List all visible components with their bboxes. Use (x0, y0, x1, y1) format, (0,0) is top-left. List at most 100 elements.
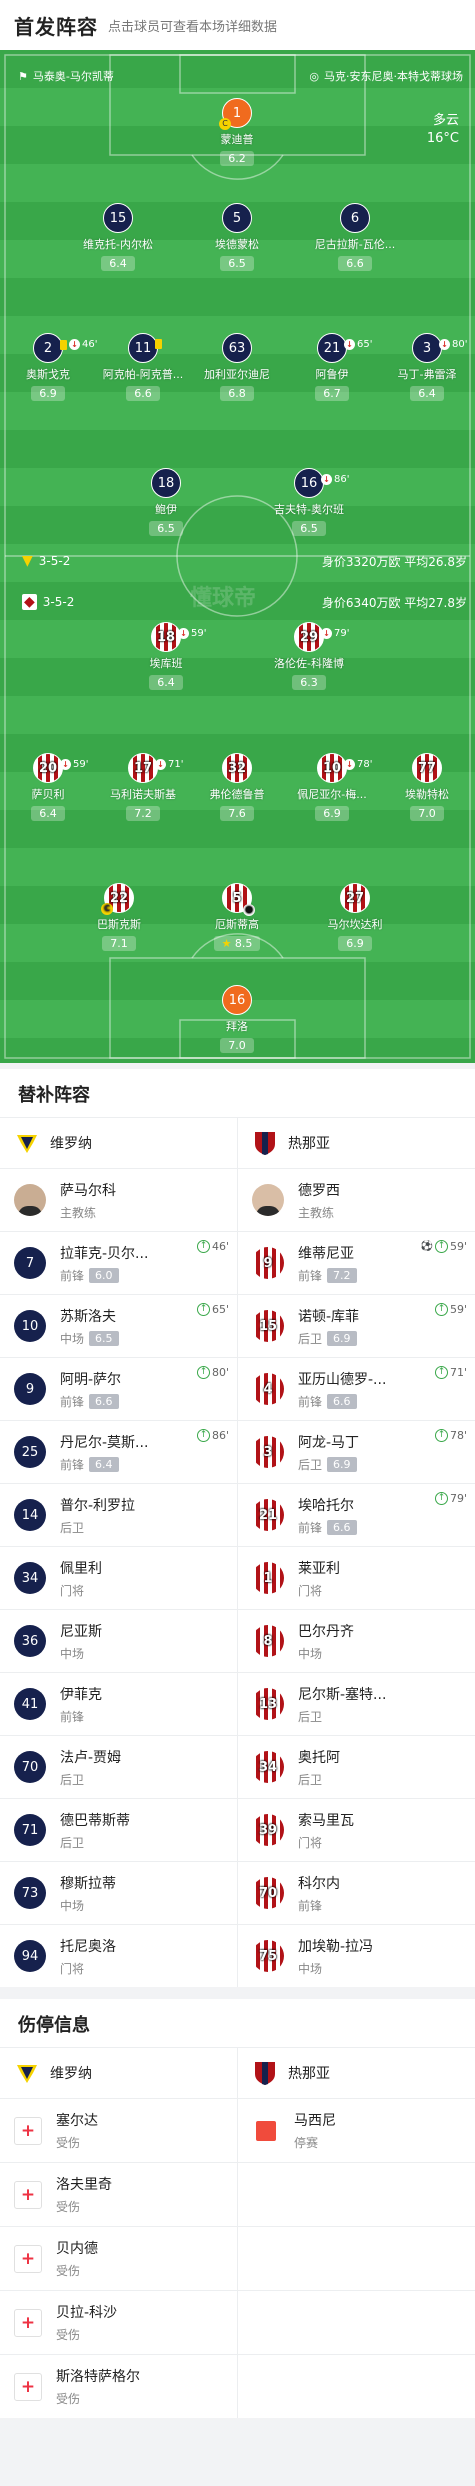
home-player[interactable]: 1 C 蒙迪普 6.2 (187, 98, 287, 166)
away-player[interactable]: 20 ↓ 59' 萨贝利 6.4 (0, 753, 98, 821)
away-player[interactable]: 29 ↓ 79' 洛伦佐-科隆博 6.3 (259, 622, 359, 690)
away-sub-player[interactable]: 1 莱亚利 门将 (237, 1547, 475, 1609)
home-injury[interactable]: + 洛夫里奇 受伤 (0, 2163, 237, 2226)
sub-in-icon: ↑ (196, 1303, 210, 1316)
sub-info: 尼尔斯-塞特... 后卫 (298, 1684, 386, 1725)
subs-row: 25 丹尼尔-莫斯... 前锋 6.4 ↑ 86' 3 阿龙-马丁 后卫 6.9 ↑ 78' (0, 1420, 475, 1483)
player-name: 马尔坎达利 (327, 918, 383, 931)
away-sub-player[interactable]: 39 索马里瓦 门将 (237, 1799, 475, 1861)
away-player[interactable]: 16 拜洛 7.0 (187, 985, 287, 1053)
home-player[interactable]: 5 埃德蒙松 6.5 (187, 203, 287, 271)
away-sub-player[interactable]: 75 加埃勒-拉冯 中场 (237, 1925, 475, 1987)
away-sub-player[interactable]: 34 奥托阿 后卫 (237, 1736, 475, 1798)
home-player[interactable]: 21 ↓ 65' 阿鲁伊 6.7 (282, 333, 382, 401)
away-player[interactable]: 27 马尔坎达利 6.9 (305, 883, 405, 951)
shirt-number: 2 (33, 333, 63, 363)
player-name: 拉菲克-贝尔... (60, 1245, 149, 1262)
home-sub-player[interactable]: 94 托尼奥洛 门将 (0, 1925, 237, 1987)
substitution-icon: ↓ (321, 628, 332, 639)
home-injury[interactable]: + 斯洛特萨格尔 受伤 (0, 2355, 237, 2418)
player-rating: 6.4 (410, 386, 444, 401)
shirt-number: 18 (151, 468, 181, 498)
sub-info: 巴尔丹齐 中场 (298, 1621, 354, 1662)
player-position: 中场 (298, 1646, 323, 1661)
home-sub-player[interactable]: 73 穆斯拉蒂 中场 (0, 1862, 237, 1924)
player-name: 弗伦德鲁普 (209, 788, 265, 801)
home-player[interactable]: 16 ↓ 86' 吉夫特-奥尔班 6.5 (259, 468, 359, 536)
home-player[interactable]: 6 尼古拉斯-瓦伦... 6.6 (305, 203, 405, 271)
away-player[interactable]: 18 ↓ 59' 埃库班 6.4 (116, 622, 216, 690)
away-player[interactable]: 22 C 巴斯克斯 7.1 (69, 883, 169, 951)
player-meta: 门将 (60, 1582, 102, 1599)
away-sub-player[interactable]: 3 阿龙-马丁 后卫 6.9 ↑ 78' (237, 1421, 475, 1483)
away-sub-player[interactable]: 13 尼尔斯-塞特... 后卫 (237, 1673, 475, 1735)
home-sub-player[interactable]: 70 法卢-贾姆 后卫 (0, 1736, 237, 1798)
player-name: 马丁-弗雷泽 (397, 368, 457, 381)
home-injury[interactable]: + 塞尔达 受伤 (0, 2099, 237, 2162)
player-meta: 中场 (298, 1645, 354, 1662)
home-sub-player[interactable]: 9 阿明-萨尔 前锋 6.6 ↑ 80' (0, 1358, 237, 1420)
home-injury[interactable]: + 贝拉-科沙 受伤 (0, 2291, 237, 2354)
home-player[interactable]: 2 ↓ 46' 奥斯戈克 6.9 (0, 333, 98, 401)
rating-wrap: 7.0 (377, 802, 475, 821)
medical-kit-icon: + (14, 2244, 42, 2273)
injury-row: + 贝内德 受伤 (0, 2226, 475, 2290)
away-sub-player[interactable]: 9 维蒂尼亚 前锋 7.2 ⚽ ↑ 59' (237, 1232, 475, 1294)
player-name: 马利诺夫斯基 (110, 788, 176, 801)
player-name: 莱亚利 (298, 1560, 340, 1577)
rating-value: 6.5 (228, 257, 246, 270)
substitution-icon: ↓ (69, 339, 80, 350)
home-player[interactable]: 63 加利亚尔迪尼 6.8 (187, 333, 287, 401)
away-sub-player[interactable]: 70 科尔内 前锋 (237, 1862, 475, 1924)
away-sub-player[interactable]: 4 亚历山德罗-... 前锋 6.6 ↑ 71' (237, 1358, 475, 1420)
away-coach[interactable]: 德罗西 主教练 (237, 1169, 475, 1231)
shirt-number: 1C (219, 98, 252, 130)
away-player[interactable]: 32 弗伦德鲁普 7.6 (187, 753, 287, 821)
home-sub-player[interactable]: 7 拉菲克-贝尔... 前锋 6.0 ↑ 46' (0, 1232, 237, 1294)
home-sub-player[interactable]: 25 丹尼尔-莫斯... 前锋 6.4 ↑ 86' (0, 1421, 237, 1483)
away-player[interactable]: 5 ● 厄斯蒂高 ★ 8.5 (187, 883, 287, 951)
substitution-icon: ↓ (439, 339, 450, 350)
sub-info: 阿明-萨尔 前锋 6.6 (60, 1369, 121, 1410)
home-player[interactable]: 15 维克托-内尔松 6.4 (68, 203, 168, 271)
away-sub-player[interactable]: 21 埃哈托尔 前锋 6.6 ↑ 79' (237, 1484, 475, 1546)
home-sub-player[interactable]: 34 佩里利 门将 (0, 1547, 237, 1609)
home-sub-player[interactable]: 36 尼亚斯 中场 (0, 1610, 237, 1672)
away-injury[interactable]: 马西尼 停赛 (237, 2099, 475, 2162)
player-rating: 7.1 (102, 936, 136, 951)
away-player[interactable]: 17 ↓ 71' 马利诺夫斯基 7.2 (93, 753, 193, 821)
shirt-number: 8 (252, 1625, 284, 1657)
shirt-number: 70 (252, 1877, 284, 1909)
player-rating: 6.5 (220, 256, 254, 271)
coach-avatar (14, 1184, 46, 1216)
home-player[interactable]: 11 阿克帕-阿克普... 6.6 (93, 333, 193, 401)
away-sub-player[interactable]: 15 诺顿-库菲 后卫 6.9 ↑ 59' (237, 1295, 475, 1357)
away-player[interactable]: 10 ↓ 78' 佩尼亚尔-梅... 6.9 (282, 753, 382, 821)
event-minute: 59' (73, 759, 89, 770)
shirt-number: 10 (317, 753, 347, 783)
player-meta: 前锋 (60, 1708, 102, 1725)
home-player[interactable]: 18 鲍伊 6.5 (116, 468, 216, 536)
substitutes-title: 替补阵容 (18, 1085, 90, 1106)
home-coach[interactable]: 萨马尔科 主教练 (0, 1169, 237, 1231)
away-sub-player[interactable]: 8 巴尔丹齐 中场 (237, 1610, 475, 1672)
player-name: 塞尔达 (56, 2113, 98, 2129)
player-event: ↓ 65' (344, 339, 372, 350)
home-player[interactable]: 3 ↓ 80' 马丁-弗雷泽 6.4 (377, 333, 475, 401)
player-meta: 前锋 6.6 (298, 1393, 386, 1410)
rating-value: 6.4 (418, 387, 436, 400)
player-rating: 6.2 (220, 151, 254, 166)
home-injury[interactable]: + 贝内德 受伤 (0, 2227, 237, 2290)
player-name: 穆斯拉蒂 (60, 1875, 116, 1892)
shirt-number: 5 ● (222, 883, 255, 916)
shirt-number: 9 (252, 1247, 284, 1279)
home-sub-player[interactable]: 41 伊菲克 前锋 (0, 1673, 237, 1735)
player-name: 埃哈托尔 (298, 1497, 354, 1514)
home-sub-player[interactable]: 71 德巴蒂斯蒂 后卫 (0, 1799, 237, 1861)
player-name: 埃勒特松 (405, 788, 449, 801)
home-sub-player[interactable]: 10 苏斯洛夫 中场 6.5 ↑ 65' (0, 1295, 237, 1357)
red-card-icon (256, 2120, 276, 2141)
home-sub-player[interactable]: 14 普尔-利罗拉 后卫 (0, 1484, 237, 1546)
away-player[interactable]: 77 埃勒特松 7.0 (377, 753, 475, 821)
substitution-icon: ↓ (178, 628, 189, 639)
